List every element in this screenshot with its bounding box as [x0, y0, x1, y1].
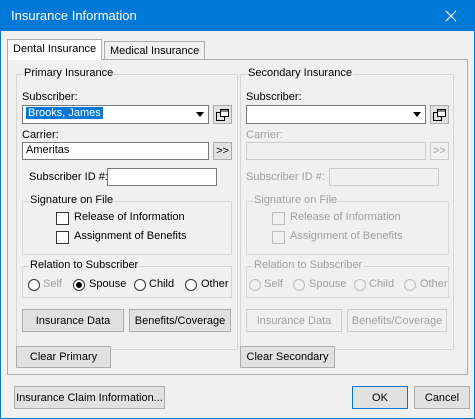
radio-dot-icon: [76, 282, 82, 288]
release-of-information-checkbox[interactable]: [56, 212, 69, 225]
relation-child-radio: [354, 279, 366, 291]
close-icon: [445, 10, 457, 22]
secondary-carrier-field: [246, 142, 426, 160]
relation-self-label: Self: [43, 278, 62, 290]
subscriber-id-label: Subscriber ID #:: [246, 171, 325, 183]
release-label: Release of Information: [290, 211, 401, 223]
release-label: Release of Information: [74, 211, 185, 223]
secondary-insurance-group: Secondary Insurance Subscriber: Carrier:: [240, 67, 454, 350]
relation-child-label: Child: [149, 278, 175, 290]
primary-benefits-coverage-button[interactable]: Benefits/Coverage: [129, 309, 231, 332]
assignment-label: Assignment of Benefits: [290, 230, 403, 242]
insurance-claim-information-button[interactable]: Insurance Claim Information...: [14, 386, 165, 409]
button-label: Clear Secondary: [246, 351, 329, 363]
primary-subscriber-id-field[interactable]: [107, 168, 217, 186]
group-title: Secondary Insurance: [247, 67, 353, 79]
close-button[interactable]: [428, 1, 474, 31]
relation-self-radio[interactable]: [28, 279, 40, 291]
relation-spouse-radio[interactable]: [73, 279, 85, 291]
window-icon: [433, 108, 446, 121]
primary-carrier-field[interactable]: Ameritas: [22, 142, 209, 160]
tab-dental-insurance[interactable]: Dental Insurance: [7, 39, 103, 60]
chevron-down-icon[interactable]: [192, 106, 208, 123]
subscriber-label: Subscriber:: [246, 91, 302, 103]
group-title: Relation to Subscriber: [253, 259, 364, 271]
browse-label: >>: [216, 145, 229, 157]
primary-subscriber-combo[interactable]: Brooks, James: [22, 105, 209, 124]
carrier-label: Carrier:: [246, 129, 283, 141]
secondary-subscriber-id-field: [329, 168, 439, 186]
relation-other-label: Other: [420, 278, 448, 290]
button-label: Cancel: [424, 391, 460, 404]
relation-spouse-label: Spouse: [309, 278, 347, 290]
relation-other-radio[interactable]: [185, 279, 197, 291]
primary-subscriber-value: Brooks, James: [26, 107, 103, 119]
clear-secondary-button[interactable]: Clear Secondary: [240, 346, 335, 368]
relation-self-radio: [249, 279, 261, 291]
relation-to-subscriber-group: Relation to Subscriber Self Spouse Child…: [246, 259, 449, 298]
relation-spouse-label: Spouse: [89, 278, 127, 290]
secondary-subscriber-combo[interactable]: [246, 105, 426, 124]
carrier-label: Carrier:: [22, 129, 59, 141]
relation-other-label: Other: [201, 278, 229, 290]
tab-medical-insurance[interactable]: Medical Insurance: [104, 41, 206, 60]
subscriber-id-label: Subscriber ID #:: [29, 171, 108, 183]
browse-label: >>: [433, 145, 446, 157]
button-label: Insurance Data: [35, 314, 111, 327]
primary-insurance-data-button[interactable]: Insurance Data: [22, 309, 124, 332]
primary-insurance-group: Primary Insurance Subscriber: Brooks, Ja…: [16, 67, 238, 350]
button-label: Benefits/Coverage: [134, 314, 226, 327]
group-title: Signature on File: [29, 194, 115, 206]
button-label: OK: [372, 391, 388, 404]
group-title: Primary Insurance: [23, 67, 115, 79]
window-title: Insurance Information: [11, 8, 137, 23]
group-title: Relation to Subscriber: [29, 259, 140, 271]
primary-carrier-value: Ameritas: [26, 144, 70, 156]
primary-carrier-browse-button[interactable]: >>: [213, 142, 232, 160]
relation-child-label: Child: [369, 278, 395, 290]
secondary-carrier-browse-button: >>: [430, 142, 449, 160]
assignment-of-benefits-checkbox: [272, 231, 285, 244]
button-label: Clear Primary: [29, 351, 98, 363]
primary-subscriber-lookup-button[interactable]: [213, 105, 232, 124]
relation-child-radio[interactable]: [134, 279, 146, 291]
relation-spouse-radio: [293, 279, 305, 291]
ok-button[interactable]: OK: [352, 386, 408, 409]
window-icon: [216, 108, 229, 121]
chevron-down-icon[interactable]: [409, 106, 425, 123]
assignment-of-benefits-checkbox[interactable]: [56, 231, 69, 244]
tab-panel-dental: Primary Insurance Subscriber: Brooks, Ja…: [7, 59, 468, 375]
button-label: Benefits/Coverage: [351, 314, 443, 327]
subscriber-label: Subscriber:: [22, 91, 78, 103]
assignment-label: Assignment of Benefits: [74, 230, 187, 242]
tab-label: Dental Insurance: [13, 43, 97, 55]
button-label: Insurance Data: [256, 314, 332, 327]
secondary-benefits-coverage-button: Benefits/Coverage: [347, 309, 447, 332]
secondary-subscriber-lookup-button[interactable]: [430, 105, 449, 124]
clear-primary-button[interactable]: Clear Primary: [16, 346, 111, 368]
insurance-information-dialog: Insurance Information Dental Insurance M…: [0, 0, 475, 419]
release-of-information-checkbox: [272, 212, 285, 225]
group-title: Signature on File: [253, 194, 339, 206]
tab-label: Medical Insurance: [110, 45, 200, 57]
secondary-insurance-data-button: Insurance Data: [246, 309, 342, 332]
signature-on-file-group: Signature on File Release of Information…: [22, 194, 232, 255]
relation-to-subscriber-group: Relation to Subscriber Self Spouse Child…: [22, 259, 232, 298]
signature-on-file-group: Signature on File Release of Information…: [246, 194, 449, 255]
cancel-button[interactable]: Cancel: [414, 386, 470, 409]
relation-self-label: Self: [264, 278, 283, 290]
button-label: Insurance Claim Information...: [16, 391, 163, 404]
relation-other-radio: [404, 279, 416, 291]
title-bar: Insurance Information: [1, 1, 474, 31]
